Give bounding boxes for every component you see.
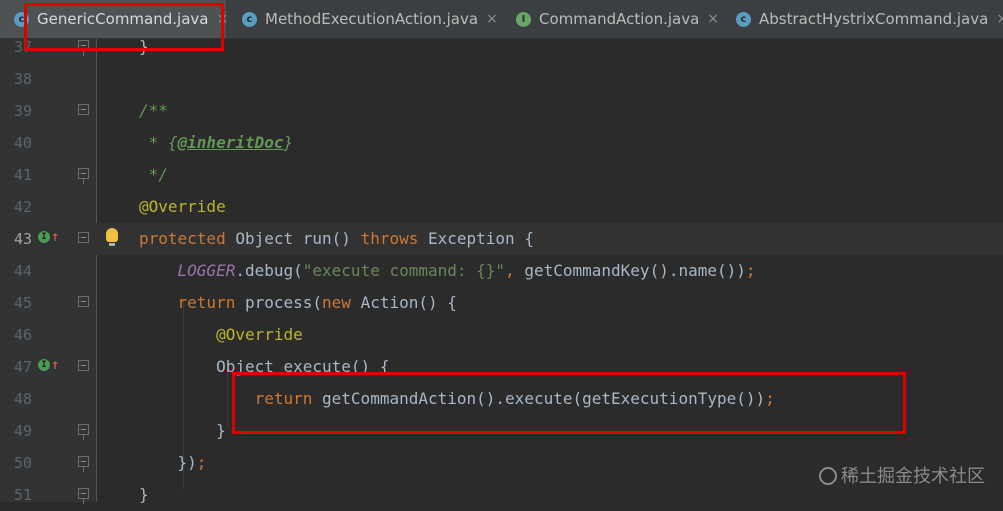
fold-end-icon[interactable] (78, 488, 89, 504)
code-line-46[interactable]: 46 @Override (0, 319, 1003, 351)
line-number: 48 (13, 390, 32, 408)
line-number: 44 (13, 262, 32, 280)
code-line-39[interactable]: 39 /** (0, 95, 1003, 127)
line-number: 50 (13, 454, 32, 472)
close-icon[interactable]: × (707, 11, 719, 27)
close-icon[interactable]: × (486, 11, 498, 27)
close-icon[interactable]: × (996, 11, 1003, 27)
code-line-44[interactable]: 44 LOGGER.debug("execute command: {}", g… (0, 255, 1003, 287)
watermark-logo-icon (819, 467, 837, 485)
line-number: 51 (13, 486, 32, 504)
fold-end-icon[interactable] (78, 424, 89, 440)
line-number: 47 (13, 358, 32, 376)
line-number: 42 (13, 198, 32, 216)
code-line-45[interactable]: 45 return process(new Action() { (0, 287, 1003, 319)
code-text: }); (139, 453, 207, 472)
line-number: 38 (13, 70, 32, 88)
code-line-41[interactable]: 41 */ (0, 159, 1003, 191)
lightbulb-icon[interactable] (106, 228, 118, 246)
code-text: */ (139, 165, 168, 184)
tab-label: MethodExecutionAction.java (265, 10, 479, 28)
fold-start-icon[interactable] (78, 104, 89, 115)
line-number: 46 (13, 326, 32, 344)
tab-label: CommandAction.java (539, 10, 700, 28)
code-line-40[interactable]: 40 * {@inheritDoc} (0, 127, 1003, 159)
code-text: /** (139, 101, 168, 120)
class-icon: c (736, 11, 751, 27)
fold-start-icon[interactable] (78, 360, 89, 371)
line-number: 45 (13, 294, 32, 312)
code-text: } (139, 421, 226, 440)
line-number: 49 (13, 422, 32, 440)
class-icon: c (242, 11, 257, 27)
highlight-box-tab (24, 3, 224, 51)
code-text: LOGGER.debug("execute command: {}", getC… (177, 261, 756, 280)
fold-start-icon[interactable] (78, 232, 89, 243)
code-line-43[interactable]: 43 I ↑ protected Object run() throws Exce… (0, 223, 1003, 255)
code-line-42[interactable]: 42 @Override (0, 191, 1003, 223)
line-number: 39 (13, 102, 32, 120)
line-number: 41 (13, 166, 32, 184)
line-number: 43 (13, 230, 32, 248)
code-text: protected Object run() throws Exception … (139, 229, 534, 248)
code-text: @Override (139, 197, 226, 216)
interface-icon: I (516, 11, 531, 27)
fold-start-icon[interactable] (78, 296, 89, 307)
code-text: * {@inheritDoc} (139, 133, 294, 152)
watermark: 稀土掘金技术社区 (819, 462, 985, 488)
code-text: return process(new Action() { (177, 293, 457, 312)
highlight-box-code (232, 372, 906, 434)
line-number: 40 (13, 134, 32, 152)
implements-marker-icon[interactable]: I ↑ (38, 230, 59, 244)
code-line-38[interactable]: 38 (0, 63, 1003, 95)
code-text: } (139, 485, 149, 504)
fold-end-icon[interactable] (78, 168, 89, 184)
implements-marker-icon[interactable]: I ↑ (38, 358, 59, 372)
fold-end-icon[interactable] (78, 456, 89, 472)
code-text: @Override (216, 325, 303, 344)
tab-label: AbstractHystrixCommand.java (759, 10, 989, 28)
